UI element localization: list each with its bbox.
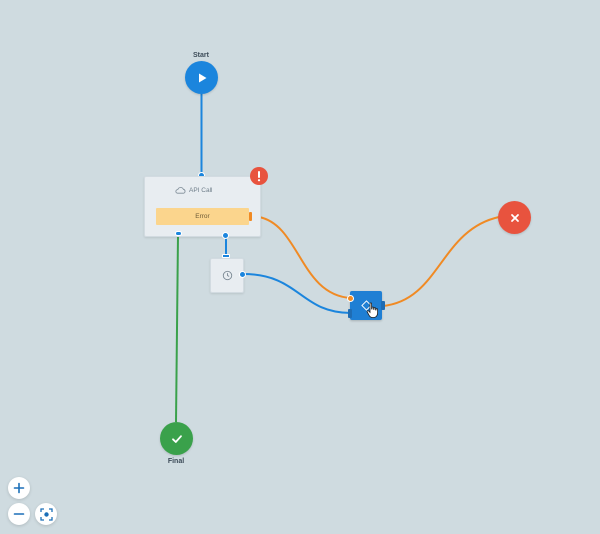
fit-view-icon xyxy=(39,507,53,521)
start-label: Start xyxy=(193,52,209,59)
alert-icon xyxy=(257,171,261,182)
merge-output-port[interactable] xyxy=(381,301,385,310)
wire-error-to-merge[interactable] xyxy=(258,216,352,299)
final-label: Final xyxy=(167,458,185,465)
timer-input-port[interactable] xyxy=(222,254,230,258)
connections-layer xyxy=(175,94,500,423)
workflow-canvas[interactable]: Start API Call Error Final xyxy=(0,0,600,534)
minus-icon xyxy=(13,513,25,515)
merge-input-port[interactable] xyxy=(348,309,352,318)
hand-pointer-icon xyxy=(366,302,378,318)
api-timer-port[interactable] xyxy=(222,232,229,239)
error-end-node[interactable] xyxy=(498,201,531,234)
wire-api-to-final[interactable] xyxy=(175,234,179,423)
cloud-icon xyxy=(175,187,186,194)
plus-icon xyxy=(13,482,25,494)
fit-view-button[interactable] xyxy=(35,503,57,525)
timer-output-port[interactable] xyxy=(239,271,246,278)
error-output-label: Error xyxy=(195,213,210,220)
wire-merge-to-error-end[interactable] xyxy=(382,216,500,307)
clock-icon xyxy=(222,270,232,281)
merge-error-input-port[interactable] xyxy=(347,295,354,302)
start-node[interactable] xyxy=(185,61,218,94)
alert-badge[interactable] xyxy=(250,167,268,185)
api-call-title-row: API Call xyxy=(175,186,212,194)
check-icon xyxy=(171,434,182,443)
play-icon xyxy=(198,73,206,82)
final-node[interactable] xyxy=(160,422,193,455)
error-output-port[interactable] xyxy=(249,212,252,221)
api-call-node[interactable]: API Call Error xyxy=(144,176,261,237)
zoom-in-button[interactable] xyxy=(8,477,30,499)
zoom-out-button[interactable] xyxy=(8,503,30,525)
close-icon xyxy=(510,213,519,222)
api-call-title: API Call xyxy=(189,186,213,194)
api-success-port[interactable] xyxy=(175,231,182,236)
error-output[interactable]: Error xyxy=(156,208,252,225)
